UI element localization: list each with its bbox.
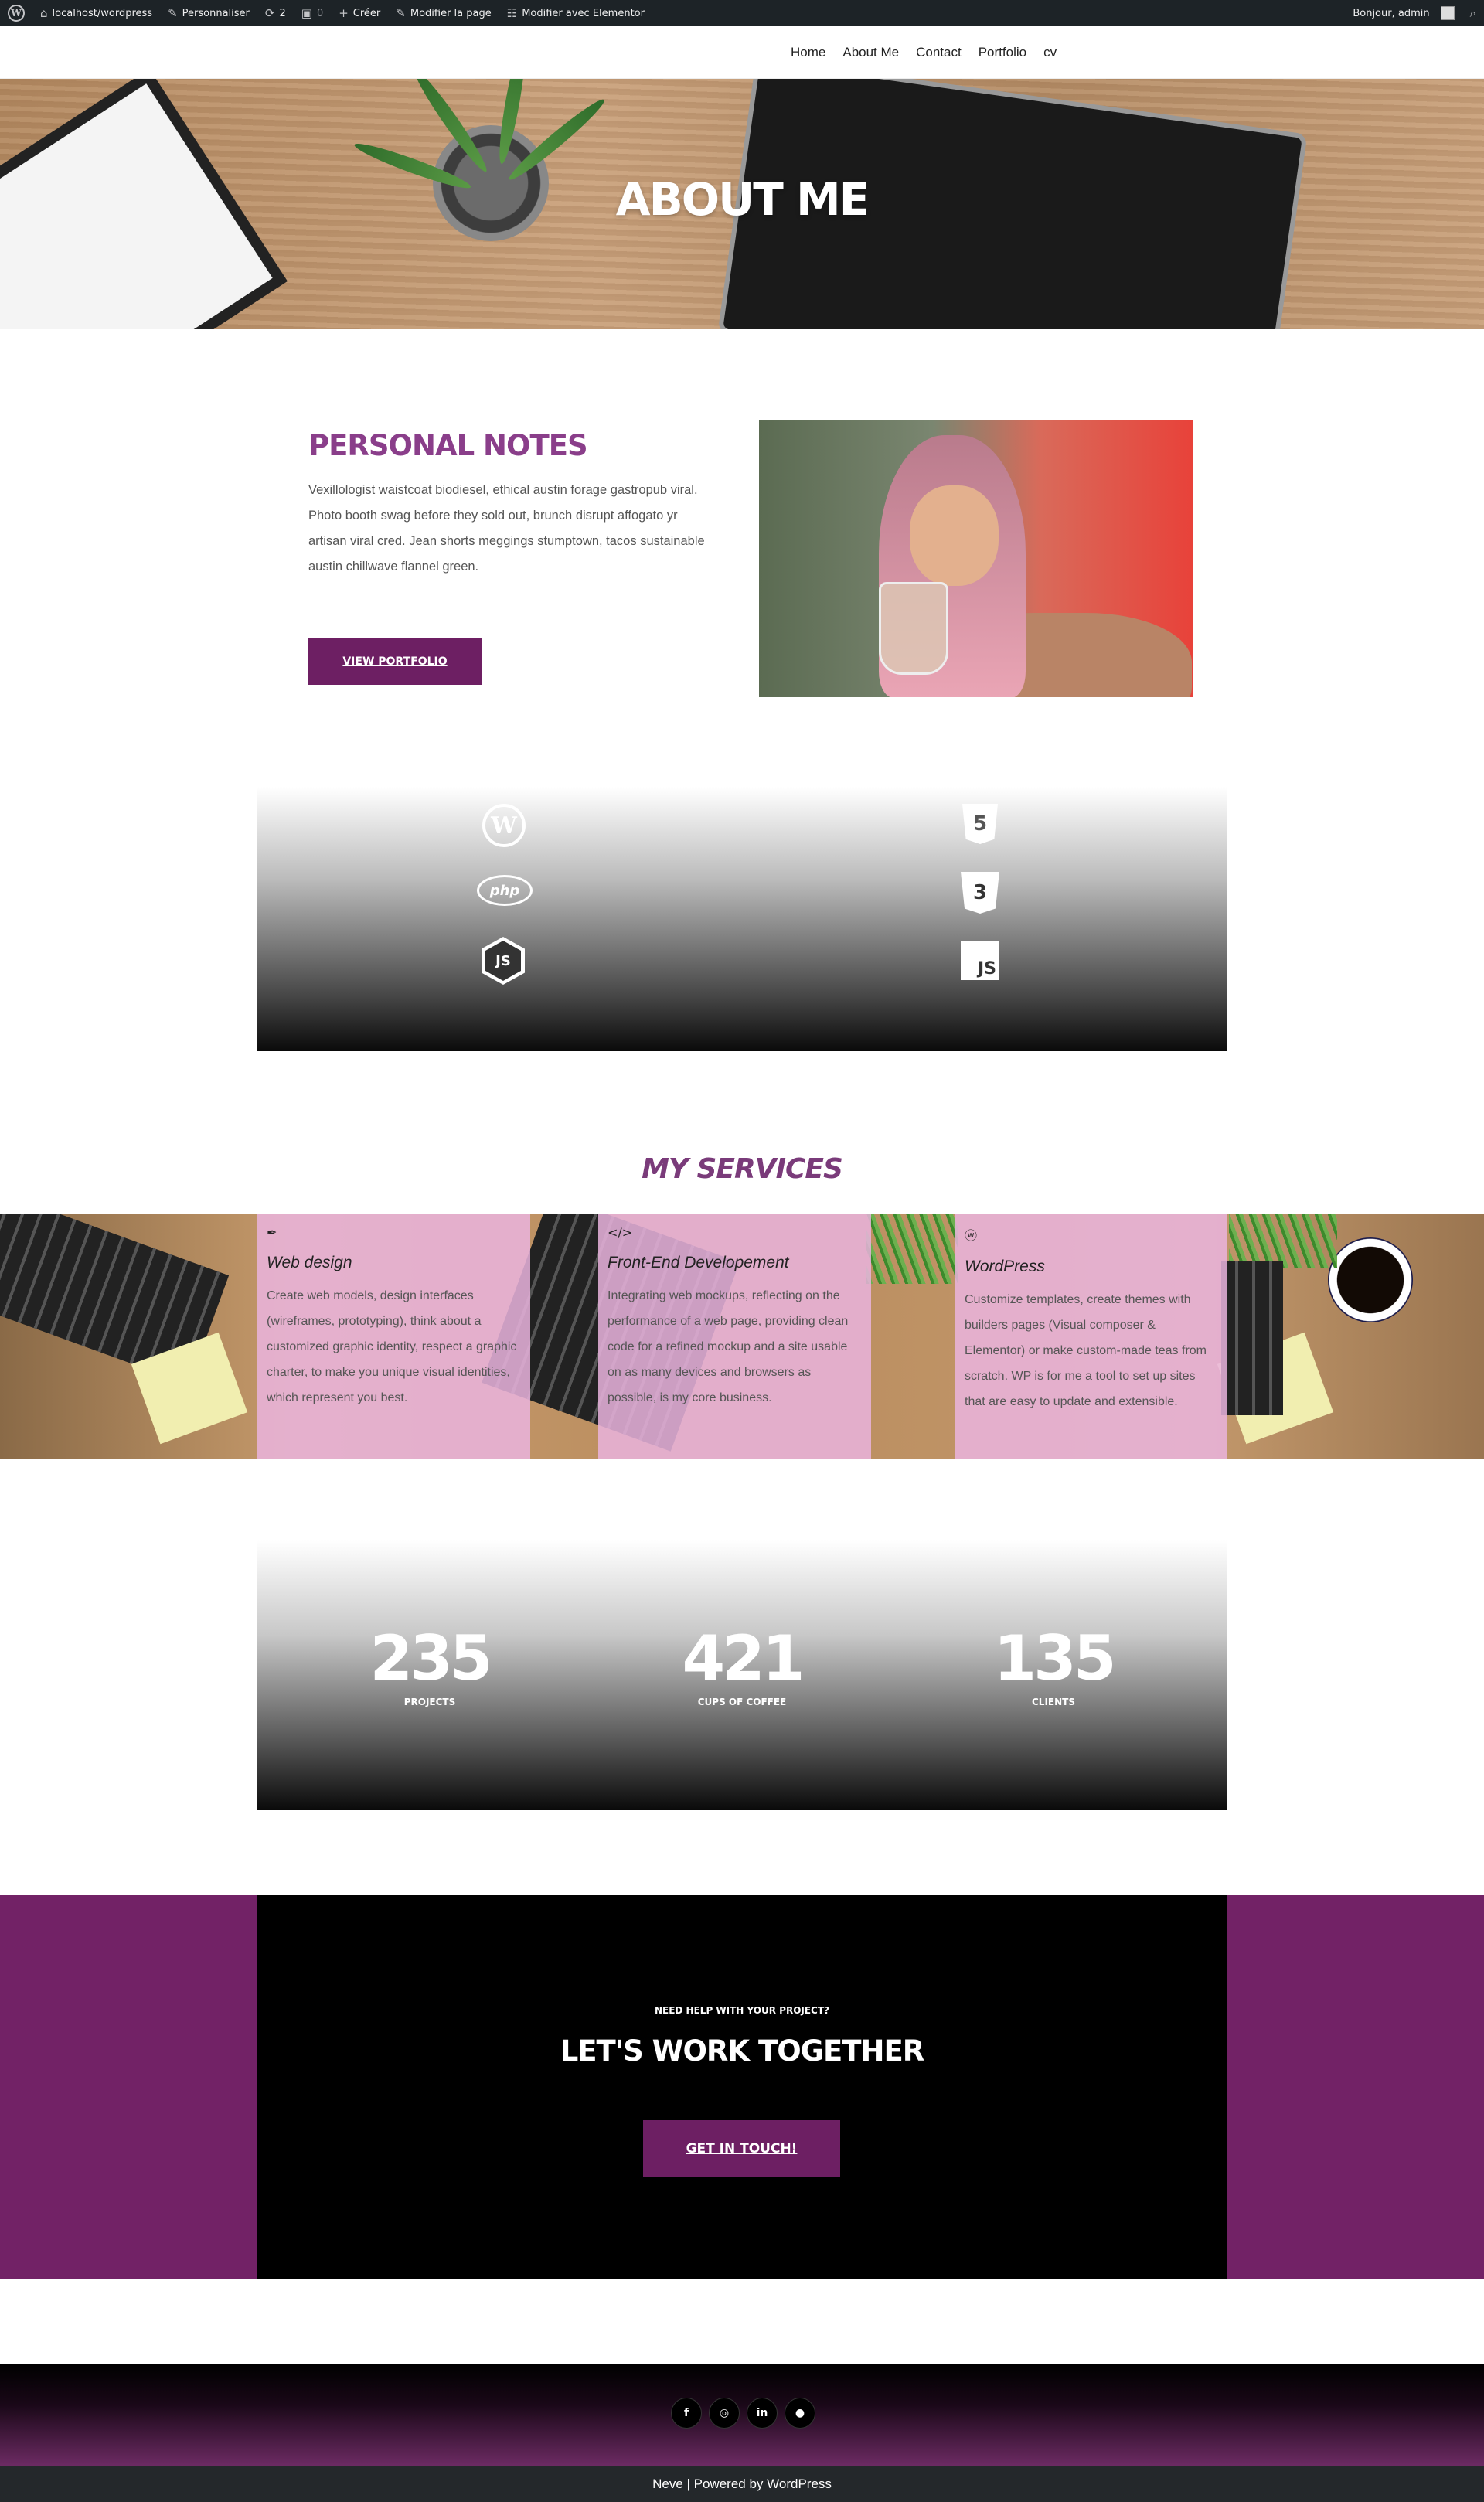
personal-notes-text: Vexillologist waistcoat biodiesel, ethic… bbox=[308, 483, 705, 574]
laptop-image bbox=[1221, 1261, 1283, 1415]
service-text: Integrating web mockups, reflecting on t… bbox=[608, 1289, 849, 1404]
updates-link[interactable]: ⟳ 2 bbox=[257, 0, 294, 26]
stat-label: CLIENTS bbox=[1032, 1697, 1075, 1707]
github-icon[interactable]: ● bbox=[785, 2398, 815, 2429]
service-title: Front-End Developement bbox=[608, 1254, 789, 1271]
account-menu[interactable]: Bonjour, admin bbox=[1345, 0, 1462, 26]
facebook-icon[interactable]: f bbox=[671, 2398, 702, 2429]
footer-credits: Neve | Powered by WordPress bbox=[0, 2466, 1484, 2502]
brush-icon: ✎ bbox=[168, 6, 178, 20]
services-heading: MY SERVICES bbox=[642, 1153, 843, 1185]
comment-icon: ▣ bbox=[301, 6, 312, 20]
wordpress-logo-button[interactable]: W bbox=[0, 0, 32, 26]
get-in-touch-button[interactable]: GET IN TOUCH! bbox=[643, 2120, 840, 2177]
stat-projects: 235 PROJECTS bbox=[314, 1622, 546, 1708]
wordpress-icon: ⓦ bbox=[965, 1228, 978, 1243]
photo-face bbox=[910, 485, 999, 586]
elementor-edit-link[interactable]: ☷ Modifier avec Elementor bbox=[499, 0, 652, 26]
cta-section: NEED HELP WITH YOUR PROJECT? LET'S WORK … bbox=[0, 1895, 1484, 2279]
refresh-icon: ⟳ bbox=[264, 6, 275, 20]
html5-icon: 5 bbox=[962, 804, 998, 844]
social-links: f ◎ in ● bbox=[671, 2398, 815, 2429]
stat-label: CUPS OF COFFEE bbox=[697, 1697, 787, 1707]
photo-cup bbox=[879, 582, 948, 675]
service-title: Web design bbox=[267, 1254, 352, 1271]
hero-banner: ABOUT ME bbox=[0, 79, 1484, 329]
plus-icon: + bbox=[339, 6, 349, 20]
plant-image bbox=[866, 1214, 958, 1284]
service-card-wordpress: ⓦ WordPress Customize templates, create … bbox=[955, 1214, 1227, 1459]
service-text: Customize templates, create themes with … bbox=[965, 1293, 1207, 1408]
pen-icon: ✒ bbox=[267, 1225, 277, 1240]
code-icon: </> bbox=[608, 1225, 633, 1240]
search-icon: ⌕ bbox=[1469, 6, 1476, 20]
wordpress-icon: W bbox=[482, 804, 526, 847]
search-button[interactable]: ⌕ bbox=[1462, 0, 1484, 26]
site-name-link[interactable]: ⌂ localhost/wordpress bbox=[32, 0, 160, 26]
cta-title: LET'S WORK TOGETHER bbox=[560, 2034, 925, 2068]
profile-photo bbox=[759, 420, 1193, 697]
dashboard-icon: ⌂ bbox=[40, 6, 48, 20]
instagram-icon[interactable]: ◎ bbox=[709, 2398, 740, 2429]
site-header: Home About Me Contact Portfolio cv bbox=[0, 26, 1484, 79]
javascript-icon: JS bbox=[961, 941, 999, 980]
php-icon: php bbox=[477, 875, 533, 906]
stat-number: 235 bbox=[369, 1622, 493, 1694]
footer-social-bar: f ◎ in ● bbox=[0, 2364, 1484, 2466]
stat-label: PROJECTS bbox=[403, 1697, 456, 1707]
edit-page-link[interactable]: ✎ Modifier la page bbox=[388, 0, 499, 26]
services-band: ✒ Web design Create web models, design i… bbox=[0, 1214, 1484, 1459]
service-text: Create web models, design interfaces (wi… bbox=[267, 1289, 517, 1404]
css3-icon: 3 bbox=[961, 872, 999, 914]
view-portfolio-button[interactable]: VIEW PORTFOLIO bbox=[308, 638, 482, 685]
personal-notes-heading: PERSONAL NOTES bbox=[308, 429, 588, 462]
nav-contact[interactable]: Contact bbox=[907, 45, 970, 60]
stat-coffee: 421 CUPS OF COFFEE bbox=[626, 1622, 858, 1708]
nav-portfolio[interactable]: Portfolio bbox=[970, 45, 1035, 60]
footer-text: Neve | Powered by WordPress bbox=[652, 2476, 832, 2491]
new-content-link[interactable]: + Créer bbox=[331, 0, 388, 26]
service-card-web-design: ✒ Web design Create web models, design i… bbox=[257, 1214, 530, 1459]
nodejs-icon: JS bbox=[482, 937, 525, 985]
elementor-icon: ☷ bbox=[506, 6, 518, 20]
avatar bbox=[1440, 6, 1455, 20]
wordpress-icon: W bbox=[8, 5, 25, 22]
nav-home[interactable]: Home bbox=[782, 45, 834, 60]
cta-panel: NEED HELP WITH YOUR PROJECT? LET'S WORK … bbox=[257, 1895, 1227, 2279]
tech-skills-section: W php JS 5 3 JS bbox=[257, 787, 1227, 1051]
linkedin-icon[interactable]: in bbox=[747, 2398, 778, 2429]
comments-link[interactable]: ▣ 0 bbox=[294, 0, 331, 26]
coffee-cup-image bbox=[1328, 1237, 1413, 1322]
customize-link[interactable]: ✎ Personnaliser bbox=[160, 0, 257, 26]
stat-number: 421 bbox=[682, 1622, 805, 1694]
admin-bar: W ⌂ localhost/wordpress ✎ Personnaliser ⟳ 2… bbox=[0, 0, 1484, 26]
stats-section: 235 PROJECTS 421 CUPS OF COFFEE 135 CLIE… bbox=[257, 1540, 1227, 1810]
pencil-icon: ✎ bbox=[396, 6, 406, 20]
stat-clients: 135 CLIENTS bbox=[938, 1622, 1169, 1708]
service-card-front-end: </> Front-End Developement Integrating w… bbox=[598, 1214, 871, 1459]
nav-cv[interactable]: cv bbox=[1035, 45, 1065, 60]
nav-about-me[interactable]: About Me bbox=[834, 45, 907, 60]
primary-nav: Home About Me Contact Portfolio cv bbox=[782, 26, 1065, 79]
page-title: ABOUT ME bbox=[615, 173, 870, 226]
stat-number: 135 bbox=[993, 1622, 1117, 1694]
cta-kicker: NEED HELP WITH YOUR PROJECT? bbox=[654, 2005, 830, 2016]
service-title: WordPress bbox=[965, 1258, 1045, 1275]
